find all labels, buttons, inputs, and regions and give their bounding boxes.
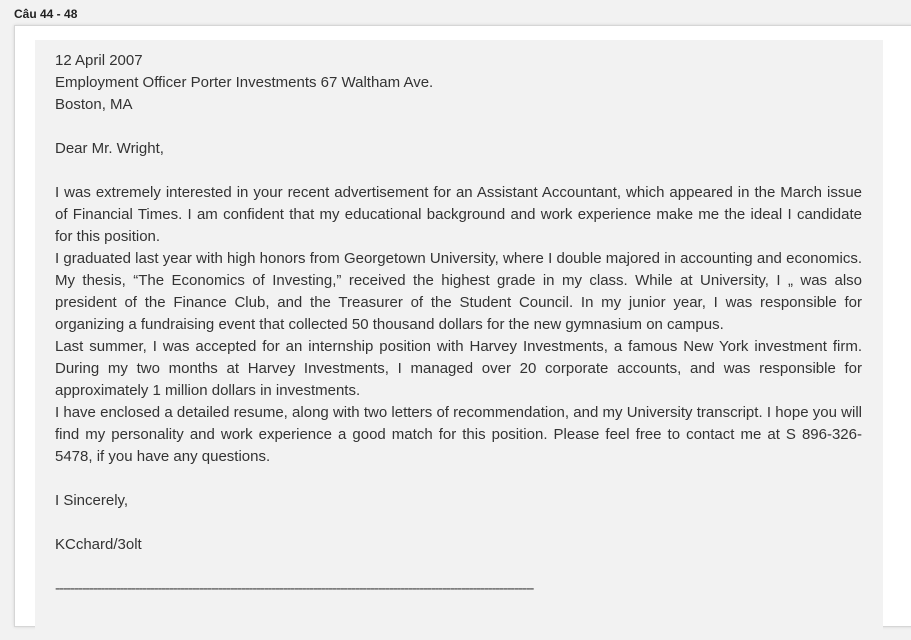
letter-divider: ----------------------------------------… [55,580,534,597]
letter-address-line-2: Boston, MA [55,96,133,113]
letter-paragraph-2: I graduated last year with high honors f… [55,250,862,333]
letter-salutation: Dear Mr. Wright, [55,140,164,157]
letter-paragraph-1: I was extremely interested in your recen… [55,184,862,245]
question-range-label: Câu 44 - 48 [14,7,78,21]
letter-date: 12 April 2007 [55,52,143,69]
letter-body: 12 April 2007 Employment Officer Porter … [55,50,862,600]
question-card: 12 April 2007 Employment Officer Porter … [14,25,911,640]
letter-paragraph-3: Last summer, I was accepted for an inter… [55,338,862,399]
letter-paragraph-4: I have enclosed a detailed resume, along… [55,404,862,465]
letter-address-line-1: Employment Officer Porter Investments 67… [55,74,434,91]
letter-passage: 12 April 2007 Employment Officer Porter … [35,40,883,640]
letter-signature: KCchard/3olt [55,536,142,553]
letter-closing: I Sincerely, [55,492,129,509]
